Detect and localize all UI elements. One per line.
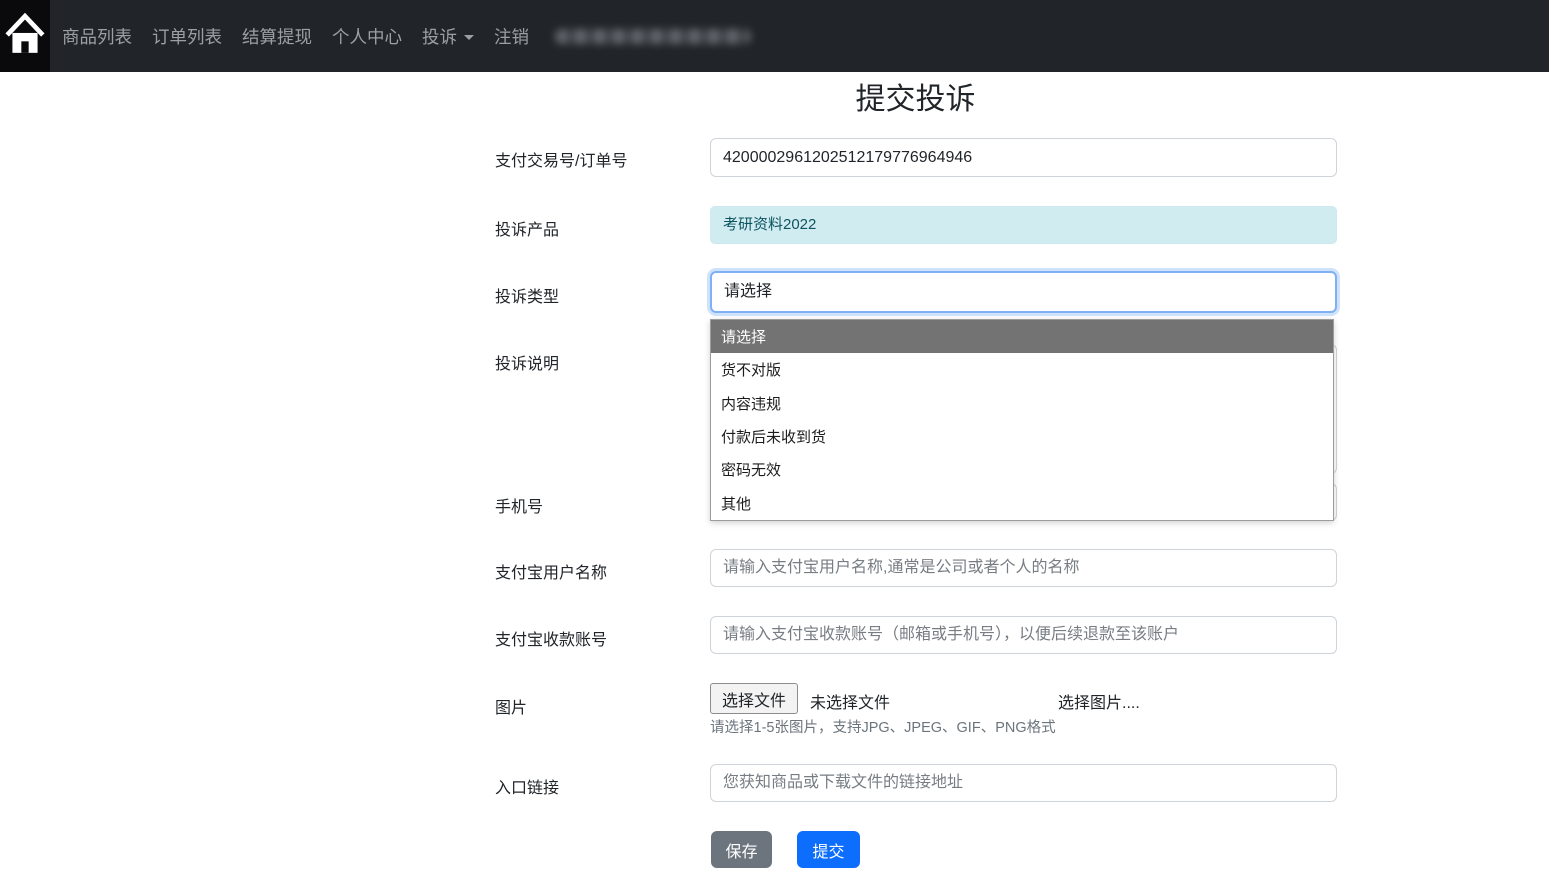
complaint-type-dropdown: 请选择 货不对版 内容违规 付款后未收到货 密码无效 其他 <box>710 319 1334 521</box>
order-no-input[interactable] <box>710 138 1337 177</box>
home-icon <box>4 12 46 61</box>
page-title: 提交投诉 <box>493 74 1338 118</box>
complaint-type-select[interactable]: 请选择 <box>710 271 1337 313</box>
complaint-type-option[interactable]: 货不对版 <box>711 353 1333 386</box>
images-label: 图片 <box>495 694 527 718</box>
phone-label: 手机号 <box>495 493 543 517</box>
image-format-hint: 请选择1-5张图片，支持JPG、JPEG、GIF、PNG格式 <box>710 716 1056 737</box>
user-email-redacted <box>555 29 751 44</box>
choose-file-button[interactable]: 选择文件 <box>710 683 798 714</box>
description-label: 投诉说明 <box>495 350 559 374</box>
complaint-type-option[interactable]: 付款后未收到货 <box>711 420 1333 453</box>
nav-item-personal-center[interactable]: 个人中心 <box>332 24 402 49</box>
complaint-type-label: 投诉类型 <box>495 283 559 307</box>
nav-item-complaint-label: 投诉 <box>422 24 457 49</box>
save-button[interactable]: 保存 <box>711 831 772 868</box>
page: 商品列表 订单列表 结算提现 个人中心 投诉 注销 提交投诉 支付交易号/订单号… <box>0 0 1549 876</box>
order-no-label: 支付交易号/订单号 <box>495 147 627 171</box>
nav-item-order-list[interactable]: 订单列表 <box>152 24 222 49</box>
complaint-type-option[interactable]: 密码无效 <box>711 453 1333 486</box>
nav-item-complaint-dropdown[interactable]: 投诉 <box>422 24 474 49</box>
alipay-name-label: 支付宝用户名称 <box>495 559 607 583</box>
alipay-account-input[interactable] <box>710 616 1337 654</box>
file-status-text: 未选择文件 <box>810 689 890 713</box>
complaint-type-option[interactable]: 请选择 <box>711 320 1333 353</box>
submit-button[interactable]: 提交 <box>797 831 860 868</box>
nav-item-settlement[interactable]: 结算提现 <box>242 24 312 49</box>
entry-link-input[interactable] <box>710 764 1337 802</box>
alipay-account-label: 支付宝收款账号 <box>495 626 607 650</box>
product-label: 投诉产品 <box>495 216 559 240</box>
complaint-type-option[interactable]: 其他 <box>711 487 1333 520</box>
home-button[interactable] <box>0 0 50 72</box>
choose-image-link[interactable]: 选择图片.... <box>1058 689 1140 713</box>
nav-item-product-list[interactable]: 商品列表 <box>62 24 132 49</box>
nav-item-logout[interactable]: 注销 <box>494 24 529 49</box>
chevron-down-icon <box>464 35 474 40</box>
navbar: 商品列表 订单列表 结算提现 个人中心 投诉 注销 <box>0 0 1549 72</box>
nav-menu: 商品列表 订单列表 结算提现 个人中心 投诉 注销 <box>62 24 751 49</box>
alipay-name-input[interactable] <box>710 549 1337 587</box>
entry-link-label: 入口链接 <box>495 774 559 798</box>
product-value-box: 考研资料2022 <box>710 206 1337 244</box>
complaint-type-option[interactable]: 内容违规 <box>711 387 1333 420</box>
